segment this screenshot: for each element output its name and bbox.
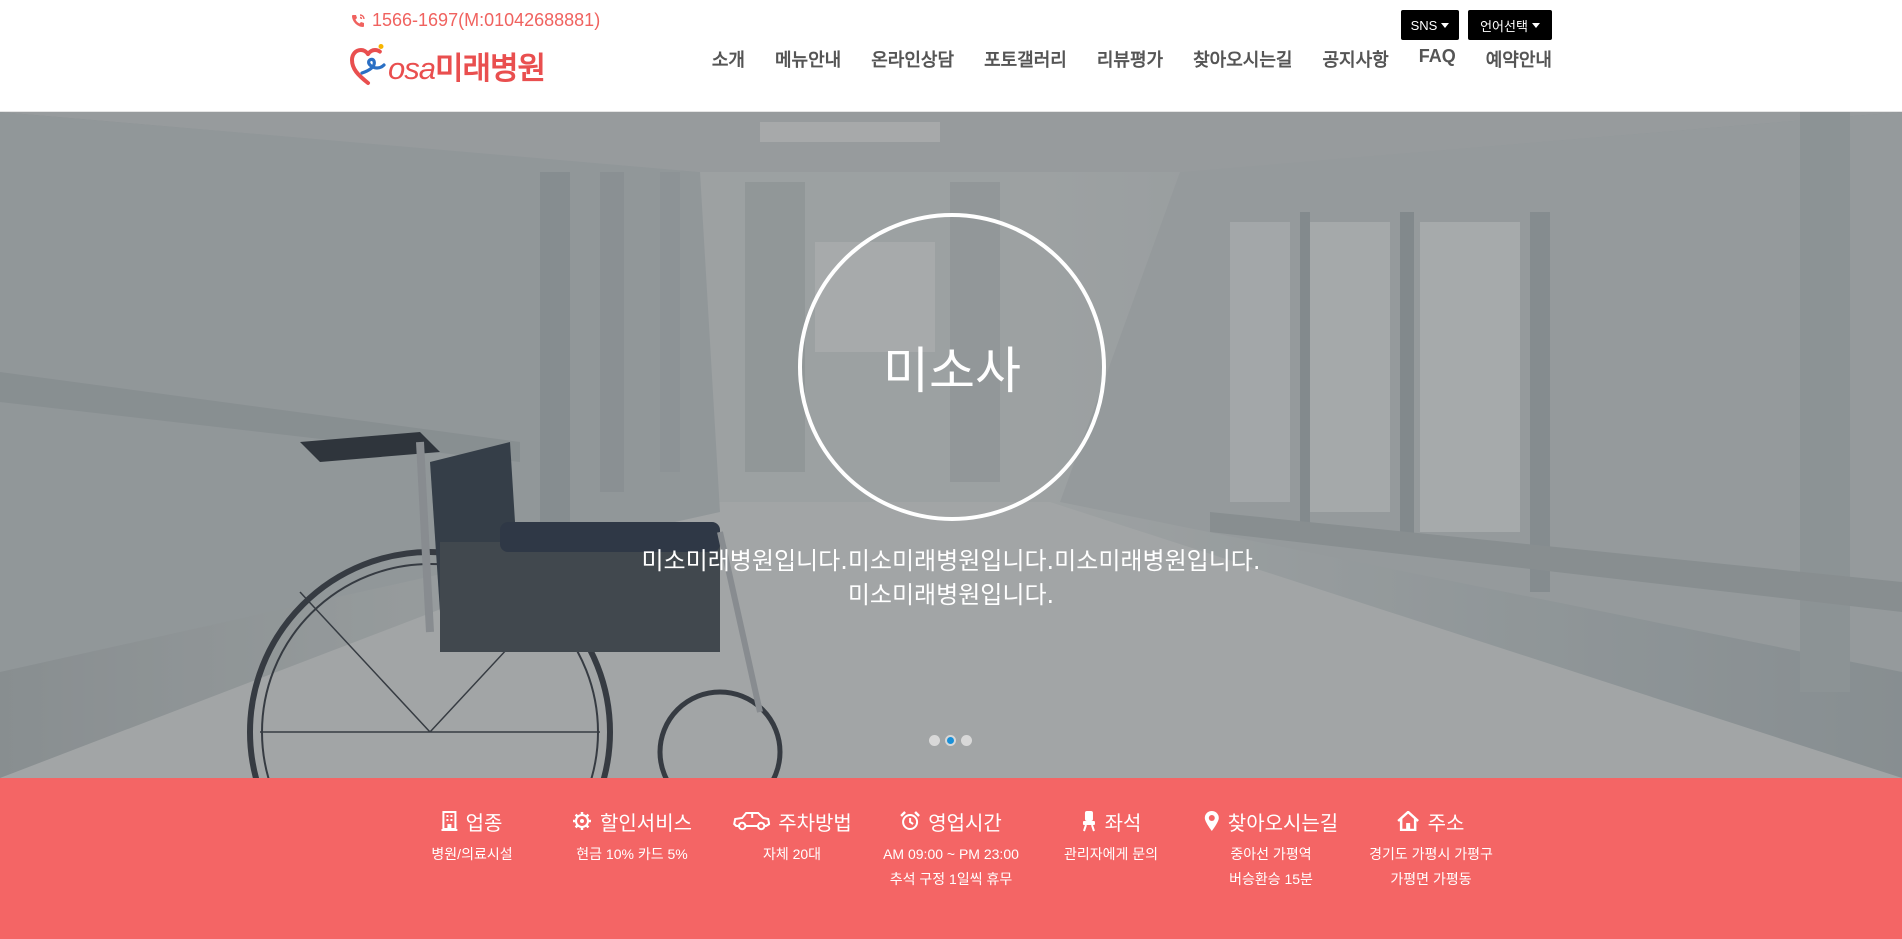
info-line: 버승환승 15분 — [1229, 871, 1313, 887]
info-item-discount: 할인서비스 현금 10% 카드 5% — [572, 808, 692, 867]
info-bar: 업종 병원/의료시설 할인서비스 현금 10% 카드 5% 주차방법 자체 20… — [0, 778, 1902, 939]
phone-icon — [352, 13, 365, 27]
hero-title-circle: 미소사 — [798, 213, 1106, 521]
info-line: 가평면 가평동 — [1390, 871, 1472, 887]
info-line: 중아선 가평역 — [1230, 846, 1312, 862]
seat-icon — [1082, 811, 1095, 832]
info-title: 업종 — [465, 810, 503, 835]
heart-logo-icon — [350, 44, 386, 85]
site-logo[interactable]: osa미래병원 — [350, 40, 546, 90]
nav-item-faq[interactable]: FAQ — [1404, 46, 1471, 72]
home-icon — [1397, 811, 1420, 831]
slider-pagination — [929, 735, 972, 746]
info-title: 할인서비스 — [600, 810, 692, 835]
info-line: 현금 10% 카드 5% — [576, 846, 688, 862]
nav-item-gallery[interactable]: 포토갤러리 — [969, 46, 1082, 72]
phone-contact[interactable]: 1566-1697(M:01042688881) — [350, 10, 600, 31]
info-title: 주차방법 — [778, 810, 852, 835]
info-item-directions: 찾아오시는길 중아선 가평역 버승환승 15분 — [1204, 808, 1338, 892]
slider-dot-2-active[interactable] — [945, 735, 956, 746]
settings-cog-icon — [573, 812, 591, 830]
hero-description: 미소미래병원입니다.미소미래병원입니다.미소미래병원입니다. 미소미래병원입니다… — [551, 544, 1351, 612]
phone-number: 1566-1697(M:01042688881) — [372, 10, 601, 30]
nav-item-reservation[interactable]: 예약안내 — [1471, 46, 1552, 72]
caret-down-icon — [1441, 22, 1450, 28]
slider-dot-3[interactable] — [961, 735, 972, 746]
info-item-hours: 영업시간 AM 09:00 ~ PM 23:00 추석 구정 1일씩 휴무 — [883, 808, 1019, 892]
info-title: 주소 — [1427, 810, 1465, 835]
nav-item-reviews[interactable]: 리뷰평가 — [1082, 46, 1178, 72]
building-icon — [441, 811, 458, 831]
hero-text-line: 미소미래병원입니다.미소미래병원입니다.미소미래병원입니다. — [641, 547, 1261, 575]
info-title: 찾아오시는길 — [1227, 810, 1339, 835]
info-line: AM 09:00 ~ PM 23:00 — [883, 846, 1019, 862]
sns-dropdown-button[interactable]: SNS — [1401, 10, 1459, 40]
hero-slider: 미소사 미소미래병원입니다.미소미래병원입니다.미소미래병원입니다. 미소미래병… — [0, 112, 1902, 778]
info-line: 추석 구정 1일씩 휴무 — [889, 871, 1013, 887]
info-title: 좌석 — [1104, 810, 1142, 835]
info-item-address: 주소 경기도 가평시 가평구 가평면 가평동 — [1369, 808, 1493, 892]
info-item-business-type: 업종 병원/의료시설 — [431, 808, 512, 867]
nav-item-directions[interactable]: 찾아오시는길 — [1178, 46, 1307, 72]
language-label: 언어선택 — [1480, 18, 1528, 34]
hero-text-line: 미소미래병원입니다. — [847, 581, 1055, 609]
slider-dot-1[interactable] — [929, 735, 940, 746]
info-item-parking: 주차방법 자체 20대 — [732, 808, 852, 867]
alarm-clock-icon — [900, 811, 921, 830]
nav-item-consult[interactable]: 온라인상담 — [856, 46, 969, 72]
info-line: 경기도 가평시 가평구 — [1369, 846, 1493, 862]
car-icon — [733, 812, 771, 831]
main-nav: 소개 메뉴안내 온라인상담 포토갤러리 리뷰평가 찾아오시는길 공지사항 FAQ… — [697, 46, 1552, 72]
info-line: 병원/의료시설 — [431, 846, 513, 862]
caret-down-icon — [1531, 22, 1540, 28]
map-pin-icon — [1204, 811, 1219, 831]
info-title: 영업시간 — [928, 810, 1002, 835]
sns-label: SNS — [1410, 17, 1438, 33]
hero-title: 미소사 — [883, 342, 1021, 400]
logo-text: osa미래병원 — [388, 50, 546, 86]
info-line: 자체 20대 — [762, 846, 822, 862]
nav-item-menu[interactable]: 메뉴안내 — [760, 46, 856, 72]
nav-item-notice[interactable]: 공지사항 — [1307, 46, 1403, 72]
nav-item-intro[interactable]: 소개 — [697, 46, 760, 72]
info-line: 관리자에게 문의 — [1063, 846, 1159, 862]
site-header: 1566-1697(M:01042688881) osa미래병원 SNS 언어선… — [0, 0, 1902, 112]
info-item-seats: 좌석 관리자에게 문의 — [1064, 808, 1158, 867]
language-dropdown-button[interactable]: 언어선택 — [1468, 10, 1552, 40]
